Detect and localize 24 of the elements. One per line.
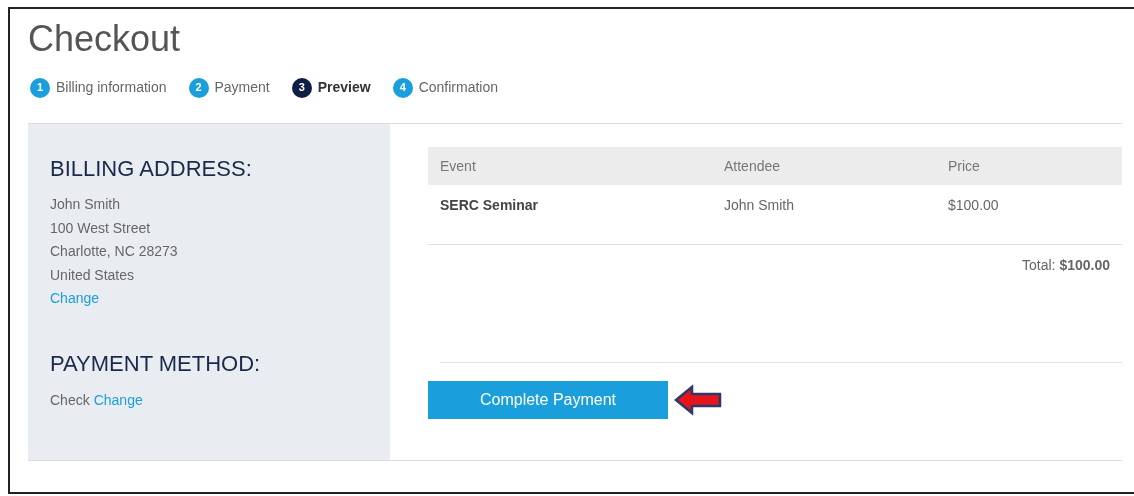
- step-number: 3: [291, 77, 312, 98]
- step-number: 2: [188, 77, 209, 98]
- column-header: Price: [948, 157, 980, 174]
- column-header: Attendee: [724, 157, 781, 174]
- step-number: 4: [392, 77, 413, 98]
- table-cell: $100.00: [948, 197, 999, 213]
- page-title: Checkout: [28, 19, 181, 59]
- address-line: John Smith: [50, 195, 121, 214]
- step-tab[interactable]: 3 Preview: [291, 77, 371, 98]
- section-heading: PAYMENT METHOD:: [50, 349, 261, 378]
- address-line: 100 West Street: [50, 218, 151, 238]
- address-line: Charlotte, NC 28273: [50, 242, 178, 261]
- table-cell: SERC Seminar: [440, 197, 539, 213]
- total-text: Total: $100.00: [1022, 256, 1110, 275]
- step-tab[interactable]: 1 Billing information: [30, 77, 167, 98]
- step-tab[interactable]: 4 Confirmation: [392, 77, 499, 98]
- table-cell: John Smith: [724, 197, 795, 213]
- payment-method-value: Check: [50, 390, 90, 410]
- arrow-icon: [674, 384, 722, 416]
- section-heading: BILLING ADDRESS:: [50, 155, 252, 183]
- step-tab[interactable]: 2 Payment: [188, 77, 270, 98]
- column-header: Event: [440, 157, 476, 174]
- step-number: 1: [30, 77, 50, 98]
- address-line: United States: [50, 265, 135, 285]
